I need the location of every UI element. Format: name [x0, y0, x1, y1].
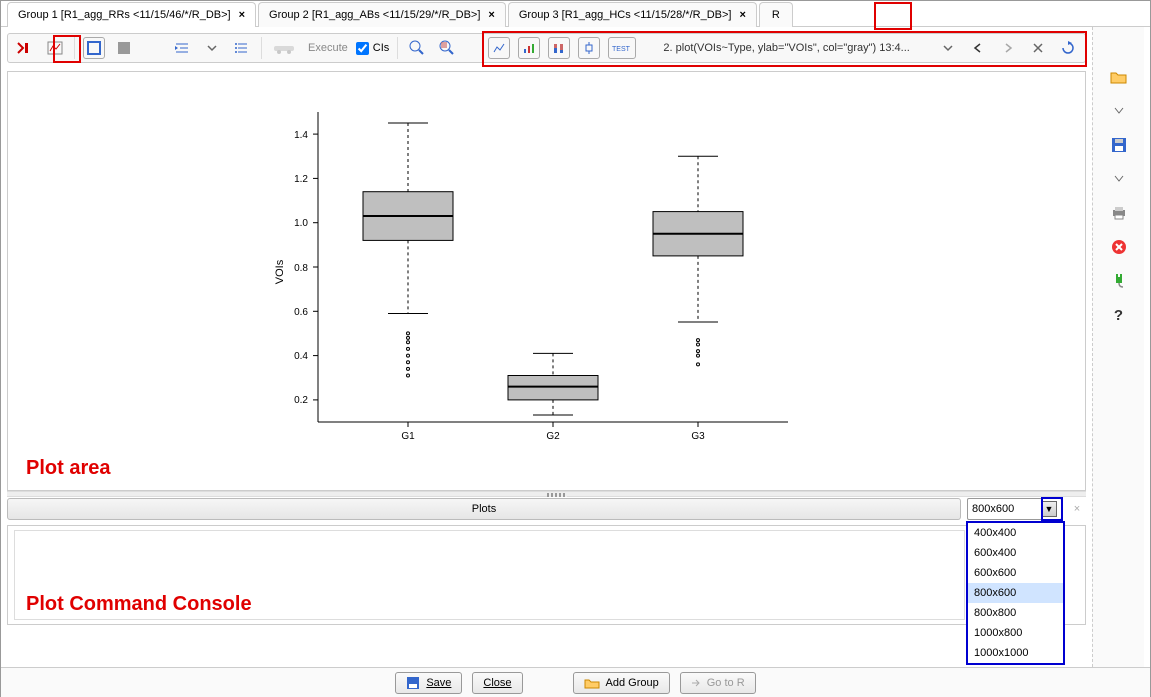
svg-text:G1: G1 — [401, 431, 415, 442]
svg-text:G3: G3 — [691, 431, 705, 442]
car-icon — [270, 37, 300, 59]
svg-text:0.4: 0.4 — [294, 351, 308, 362]
box-g1 — [363, 123, 453, 377]
svg-text:1.4: 1.4 — [294, 130, 308, 141]
size-option[interactable]: 400x400 — [968, 523, 1063, 543]
tab-label: Group 1 [R1_agg_RRs <11/15/46/*/R_DB>] — [18, 9, 231, 21]
tab-label: Group 3 [R1_agg_HCs <11/15/28/*/R_DB>] — [519, 9, 732, 21]
tab-label: Group 2 [R1_agg_ABs <11/15/29/*/R_DB>] — [269, 9, 480, 21]
chevron-down-icon[interactable] — [201, 37, 223, 59]
history-next-icon — [997, 37, 1019, 59]
save-icon — [406, 676, 420, 690]
annotation-label: Plot area — [26, 457, 110, 480]
history-prev-icon[interactable] — [967, 37, 989, 59]
close-label: Close — [483, 677, 511, 689]
save-label: Save — [426, 677, 451, 689]
close-icon[interactable]: × — [1068, 500, 1086, 518]
svg-text:TEST: TEST — [612, 46, 631, 53]
multi-pane-icon[interactable] — [113, 37, 135, 59]
svg-text:G2: G2 — [546, 431, 560, 442]
close-icon[interactable]: × — [739, 9, 745, 21]
tab-group2[interactable]: Group 2 [R1_agg_ABs <11/15/29/*/R_DB>] × — [258, 2, 506, 27]
chevron-down-icon[interactable] — [1109, 169, 1129, 189]
svg-text:1.2: 1.2 — [294, 174, 308, 185]
size-option[interactable]: 600x400 — [968, 543, 1063, 563]
save-icon[interactable] — [1109, 135, 1129, 155]
help-icon[interactable]: ? — [1109, 305, 1129, 325]
indent-icon[interactable] — [171, 37, 193, 59]
save-button[interactable]: Save — [395, 672, 462, 694]
box-g2 — [508, 353, 598, 415]
size-dropdown[interactable]: 400x400 600x400 600x600 800x600 800x800 … — [966, 521, 1065, 665]
cis-checkbox[interactable]: CIs — [356, 42, 390, 55]
size-combo[interactable]: 800x600 ▼ 400x400 600x400 600x600 800x60… — [967, 498, 1062, 520]
footer-bar: Save Close Add Group Go to R — [1, 667, 1150, 697]
plot-mode-icon[interactable] — [44, 37, 66, 59]
chevron-down-icon[interactable] — [937, 37, 959, 59]
goto-r-button: Go to R — [680, 672, 756, 694]
svg-text:0.2: 0.2 — [294, 395, 308, 406]
svg-text:1.0: 1.0 — [294, 218, 308, 229]
error-icon[interactable] — [1109, 237, 1129, 257]
console-panel: Plot Command Console — [7, 525, 1086, 625]
chart-bar-icon[interactable] — [518, 37, 540, 59]
tab-label: R — [772, 9, 780, 21]
size-value: 800x600 — [972, 503, 1014, 515]
list-icon[interactable] — [231, 37, 253, 59]
size-option[interactable]: 800x600 — [968, 583, 1063, 603]
tab-r[interactable]: R — [759, 2, 793, 27]
close-icon[interactable]: × — [239, 9, 245, 21]
tab-bar: Group 1 [R1_agg_RRs <11/15/46/*/R_DB>] ×… — [1, 1, 1150, 27]
plots-button[interactable]: Plots — [7, 498, 961, 520]
print-icon[interactable] — [1109, 203, 1129, 223]
execute-label: Execute — [308, 42, 348, 54]
plug-icon[interactable] — [1109, 271, 1129, 291]
refresh-icon[interactable] — [1057, 37, 1079, 59]
box-g3 — [653, 156, 743, 366]
svg-text:0.8: 0.8 — [294, 263, 308, 274]
tab-group3[interactable]: Group 3 [R1_agg_HCs <11/15/28/*/R_DB>] × — [508, 2, 757, 27]
history-text: 2. plot(VOIs~Type, ylab="VOIs", col="gra… — [644, 42, 929, 54]
svg-text:VOIs: VOIs — [274, 259, 286, 284]
close-icon[interactable]: × — [488, 9, 494, 21]
zoom-region-icon[interactable] — [436, 37, 458, 59]
tab-group1[interactable]: Group 1 [R1_agg_RRs <11/15/46/*/R_DB>] × — [7, 2, 256, 27]
size-option[interactable]: 1000x1000 — [968, 643, 1063, 663]
single-pane-icon[interactable] — [83, 37, 105, 59]
right-toolbar: ? — [1092, 27, 1144, 667]
size-option[interactable]: 800x800 — [968, 603, 1063, 623]
annotation-label: Plot Command Console — [26, 593, 252, 616]
add-group-button[interactable]: Add Group — [573, 672, 670, 694]
size-option[interactable]: 600x600 — [968, 563, 1063, 583]
close-button[interactable]: Close — [472, 672, 522, 694]
arrow-right-icon — [691, 678, 701, 688]
test-icon[interactable]: TEST — [608, 37, 636, 59]
addgroup-label: Add Group — [606, 677, 659, 689]
folder-open-icon — [584, 677, 600, 689]
close-icon[interactable] — [1027, 37, 1049, 59]
gotor-label: Go to R — [707, 677, 745, 689]
chevron-down-icon[interactable] — [1109, 101, 1129, 121]
toolbar: Execute CIs TEST 2. plot(VOIs~Type, ylab… — [7, 33, 1086, 63]
checkbox-input[interactable] — [356, 42, 369, 55]
boxplot-chart: 0.2 0.4 0.6 0.8 1.0 1.2 1.4 VOIs G1 G2 G… — [268, 92, 808, 472]
svg-text:0.6: 0.6 — [294, 307, 308, 318]
chart-stacked-icon[interactable] — [548, 37, 570, 59]
folder-open-icon[interactable] — [1109, 67, 1129, 87]
plots-bar: Plots 800x600 ▼ 400x400 600x400 600x600 … — [7, 497, 1086, 521]
chart-box-icon[interactable] — [578, 37, 600, 59]
cis-label: CIs — [373, 42, 390, 54]
size-option[interactable]: 1000x800 — [968, 623, 1063, 643]
chart-line-icon[interactable] — [488, 37, 510, 59]
chevron-down-icon[interactable]: ▼ — [1041, 501, 1057, 517]
prompt-icon[interactable] — [14, 37, 36, 59]
zoom-in-icon[interactable] — [406, 37, 428, 59]
plot-panel: 0.2 0.4 0.6 0.8 1.0 1.2 1.4 VOIs G1 G2 G… — [7, 71, 1086, 491]
